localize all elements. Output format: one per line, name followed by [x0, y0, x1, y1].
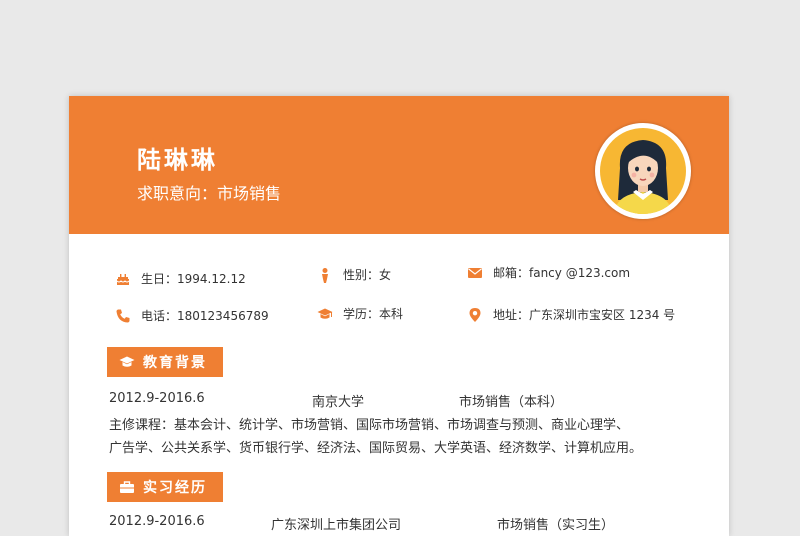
email-info: 邮箱：fancy @123.com	[467, 264, 630, 281]
briefcase-icon	[120, 481, 134, 493]
education-major: 市场销售（本科）	[459, 395, 564, 410]
gender-info: 性别：女	[317, 266, 391, 283]
address-info: 地址：广东深圳市宝安区 1234 号	[467, 306, 675, 323]
courses-line-2: 广告学、公共关系学、货币银行学、经济法、国际贸易、大学英语、经济数学、计算机应用…	[109, 441, 643, 456]
birthday-text: 生日：1994.12.12	[141, 272, 246, 286]
education-courses: 主修课程：基本会计、统计学、市场营销、国际市场营销、市场调查与预测、商业心理学、…	[109, 414, 709, 460]
degree-info: 学历：本科	[317, 305, 403, 322]
email-text: 邮箱：fancy @123.com	[493, 266, 631, 280]
education-section-title: 教育背景	[107, 347, 223, 377]
cake-icon	[116, 273, 130, 285]
job-intention-label: 求职意向：	[137, 184, 218, 203]
internship-title-text: 实习经历	[143, 480, 207, 496]
address-text: 地址：广东深圳市宝安区 1234 号	[493, 308, 676, 322]
phone-text: 电话：180123456789	[141, 309, 269, 323]
resume-sheet: 陆琳琳 求职意向：市场销售 生日：1994.12.12 性别：女 邮箱：fanc…	[69, 96, 729, 536]
degree-text: 学历：本科	[343, 307, 404, 321]
avatar	[595, 123, 691, 219]
mail-icon	[468, 267, 482, 278]
candidate-name: 陆琳琳	[137, 146, 218, 174]
location-pin-icon	[469, 307, 481, 322]
graduation-cap-icon	[317, 308, 333, 319]
graduation-cap-icon	[119, 356, 135, 367]
internship-section-title: 实习经历	[107, 472, 223, 502]
internship-company: 广东深圳上市集团公司	[271, 518, 402, 533]
birthday-info: 生日：1994.12.12	[115, 270, 246, 287]
internship-period: 2012.9-2016.6	[109, 514, 205, 529]
courses-line-1: 主修课程：基本会计、统计学、市场营销、国际市场营销、市场调查与预测、商业心理学、	[109, 418, 630, 433]
gender-text: 性别：女	[343, 268, 392, 282]
resume-header: 陆琳琳 求职意向：市场销售	[69, 96, 729, 234]
job-intention-value: 市场销售	[217, 184, 282, 203]
phone-info: 电话：180123456789	[115, 307, 269, 324]
internship-role: 市场销售（实习生）	[497, 518, 615, 533]
education-title-text: 教育背景	[143, 355, 207, 371]
education-school: 南京大学	[312, 395, 365, 410]
phone-icon	[116, 309, 130, 322]
person-icon	[322, 267, 328, 283]
job-intention: 求职意向：市场销售	[137, 180, 281, 204]
education-period: 2012.9-2016.6	[109, 391, 205, 406]
avatar-illustration	[600, 128, 686, 214]
